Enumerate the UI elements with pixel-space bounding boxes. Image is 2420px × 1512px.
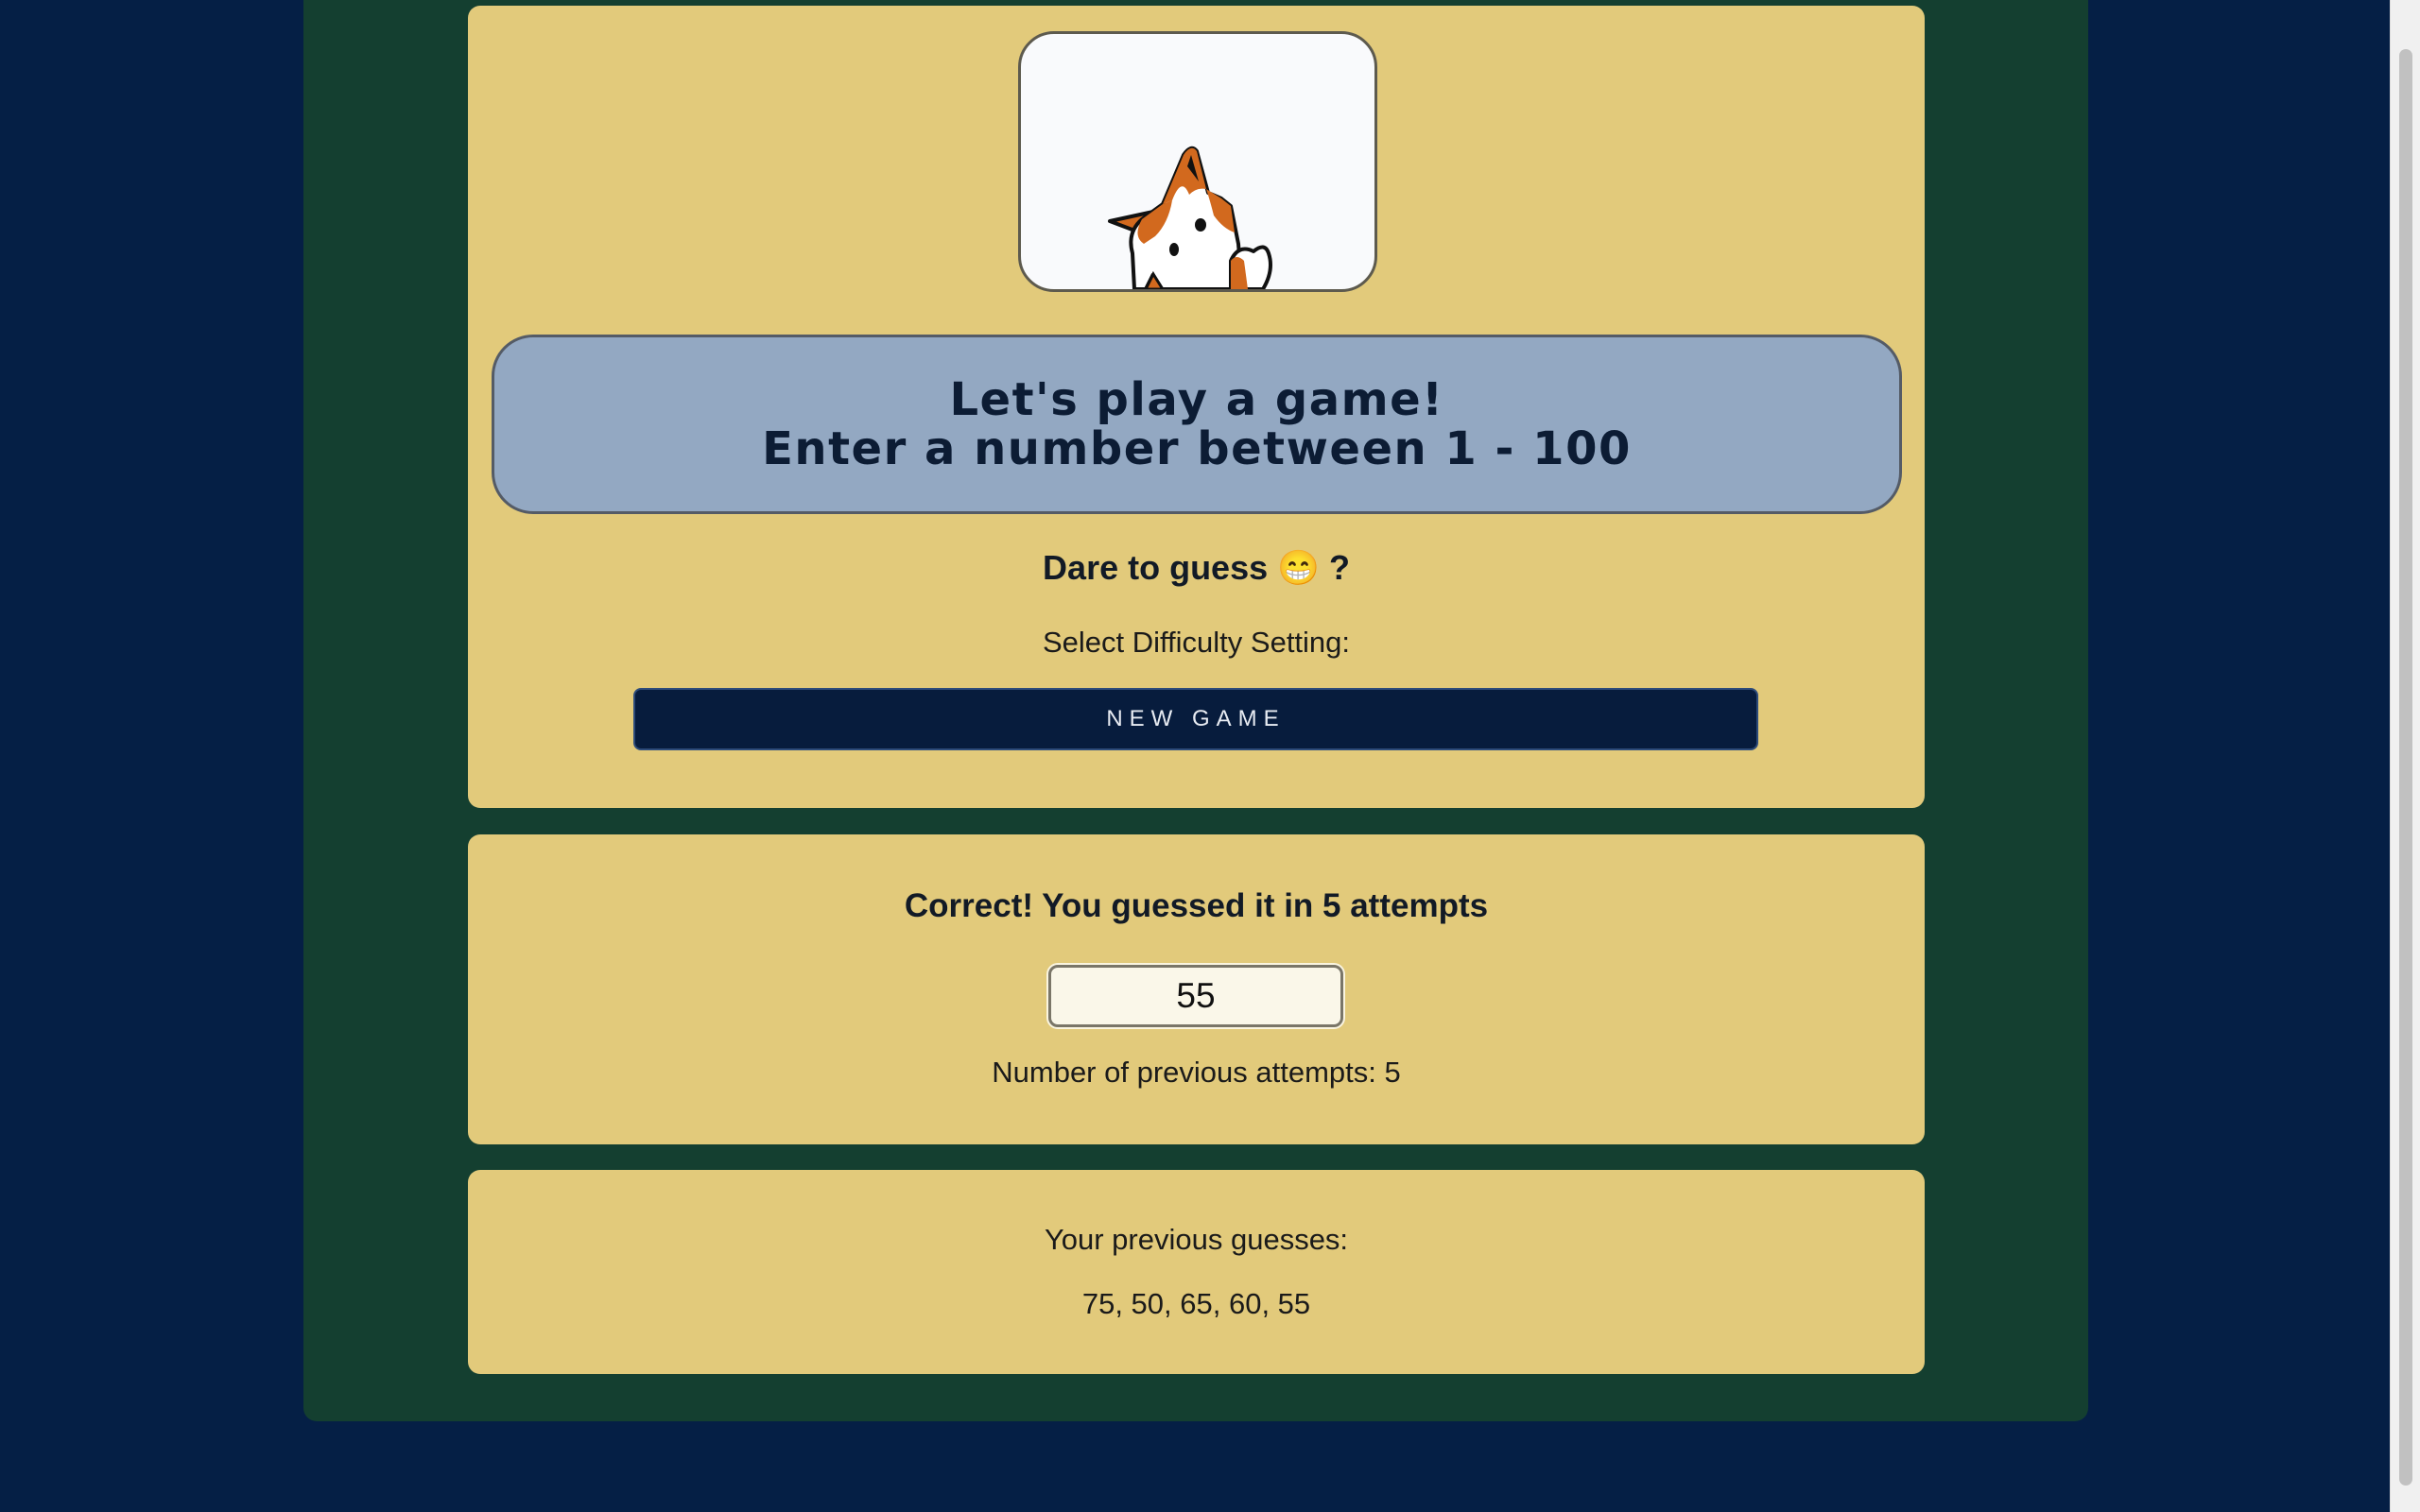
banner-instruction: Enter a number between 1 - 100 — [762, 422, 1632, 475]
previous-guesses-list: 75, 50, 65, 60, 55 — [1081, 1287, 1311, 1320]
scroll-thumb[interactable] — [2399, 49, 2412, 1486]
dare-heading: Dare to guess 😁 ? — [1043, 548, 1350, 587]
result-card: Correct! You guessed it in 5 attempts 55… — [468, 834, 1925, 1144]
intro-banner: Let's play a game! Enter a number betwee… — [492, 335, 1902, 514]
intro-card: Let's play a game! Enter a number betwee… — [468, 6, 1925, 808]
scrollbar[interactable] — [2390, 0, 2420, 1512]
banner-title: Let's play a game! — [949, 373, 1444, 426]
guess-input[interactable]: 55 — [1048, 965, 1343, 1027]
history-card: Your previous guesses: 75, 50, 65, 60, 5… — [468, 1170, 1925, 1374]
page: Let's play a game! Enter a number betwee… — [0, 0, 2420, 1512]
mascot-image — [1018, 31, 1377, 292]
previous-guesses-label: Your previous guesses: — [1044, 1223, 1349, 1256]
new-game-button[interactable]: NEW GAME — [633, 688, 1758, 750]
result-message: Correct! You guessed it in 5 attempts — [904, 887, 1489, 924]
fox-icon — [1108, 146, 1272, 289]
difficulty-label: Select Difficulty Setting: — [1042, 626, 1351, 659]
game-container: Let's play a game! Enter a number betwee… — [303, 0, 2088, 1421]
attempts-count: Number of previous attempts: 5 — [992, 1056, 1401, 1089]
